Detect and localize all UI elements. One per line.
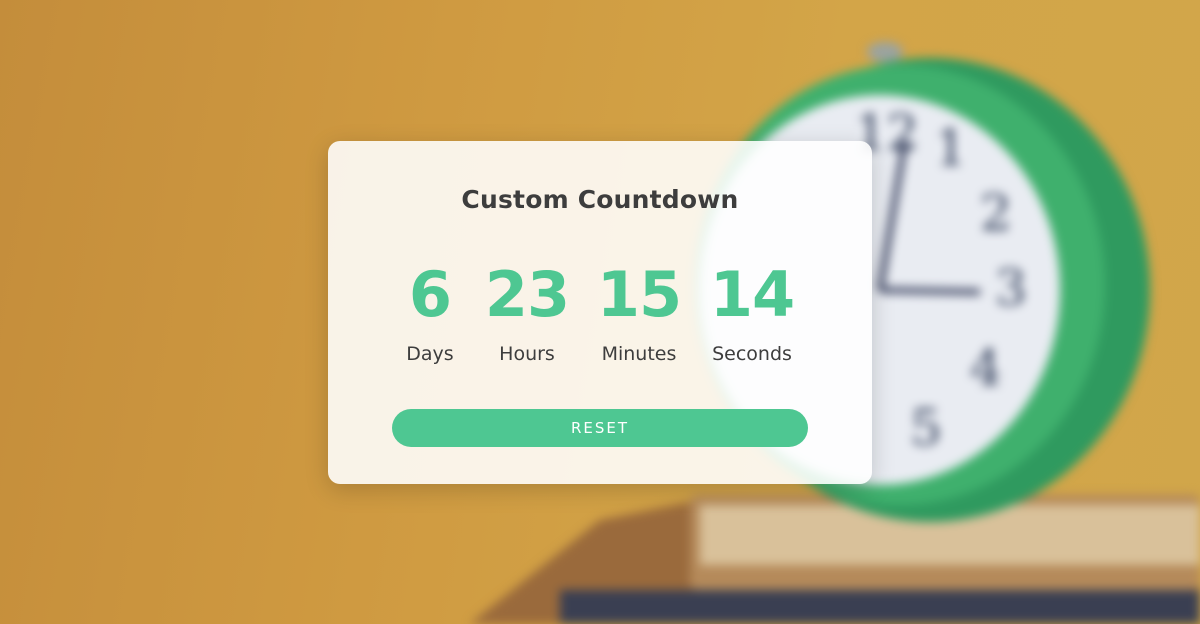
svg-text:4: 4 xyxy=(970,339,1002,397)
countdown-card: Custom Countdown 6 Days 23 Hours 15 Minu… xyxy=(328,141,872,484)
days-unit: 6 Days xyxy=(375,258,485,366)
svg-text:1: 1 xyxy=(935,119,967,177)
svg-text:2: 2 xyxy=(980,184,1012,242)
hours-unit: 23 Hours xyxy=(472,258,582,366)
minutes-label: Minutes xyxy=(601,343,677,365)
seconds-label: Seconds xyxy=(712,343,792,365)
minutes-unit: 15 Minutes xyxy=(584,258,694,366)
days-label: Days xyxy=(406,343,454,365)
seconds-value: 14 xyxy=(709,258,795,331)
minutes-value: 15 xyxy=(596,258,682,331)
days-value: 6 xyxy=(408,258,452,331)
svg-text:5: 5 xyxy=(910,399,942,457)
countdown-title: Custom Countdown xyxy=(461,185,739,214)
hours-label: Hours xyxy=(499,343,555,365)
seconds-unit: 14 Seconds xyxy=(697,258,807,366)
reset-button[interactable]: RESET xyxy=(392,409,808,447)
svg-text:3: 3 xyxy=(995,259,1027,317)
hours-value: 23 xyxy=(484,258,570,331)
